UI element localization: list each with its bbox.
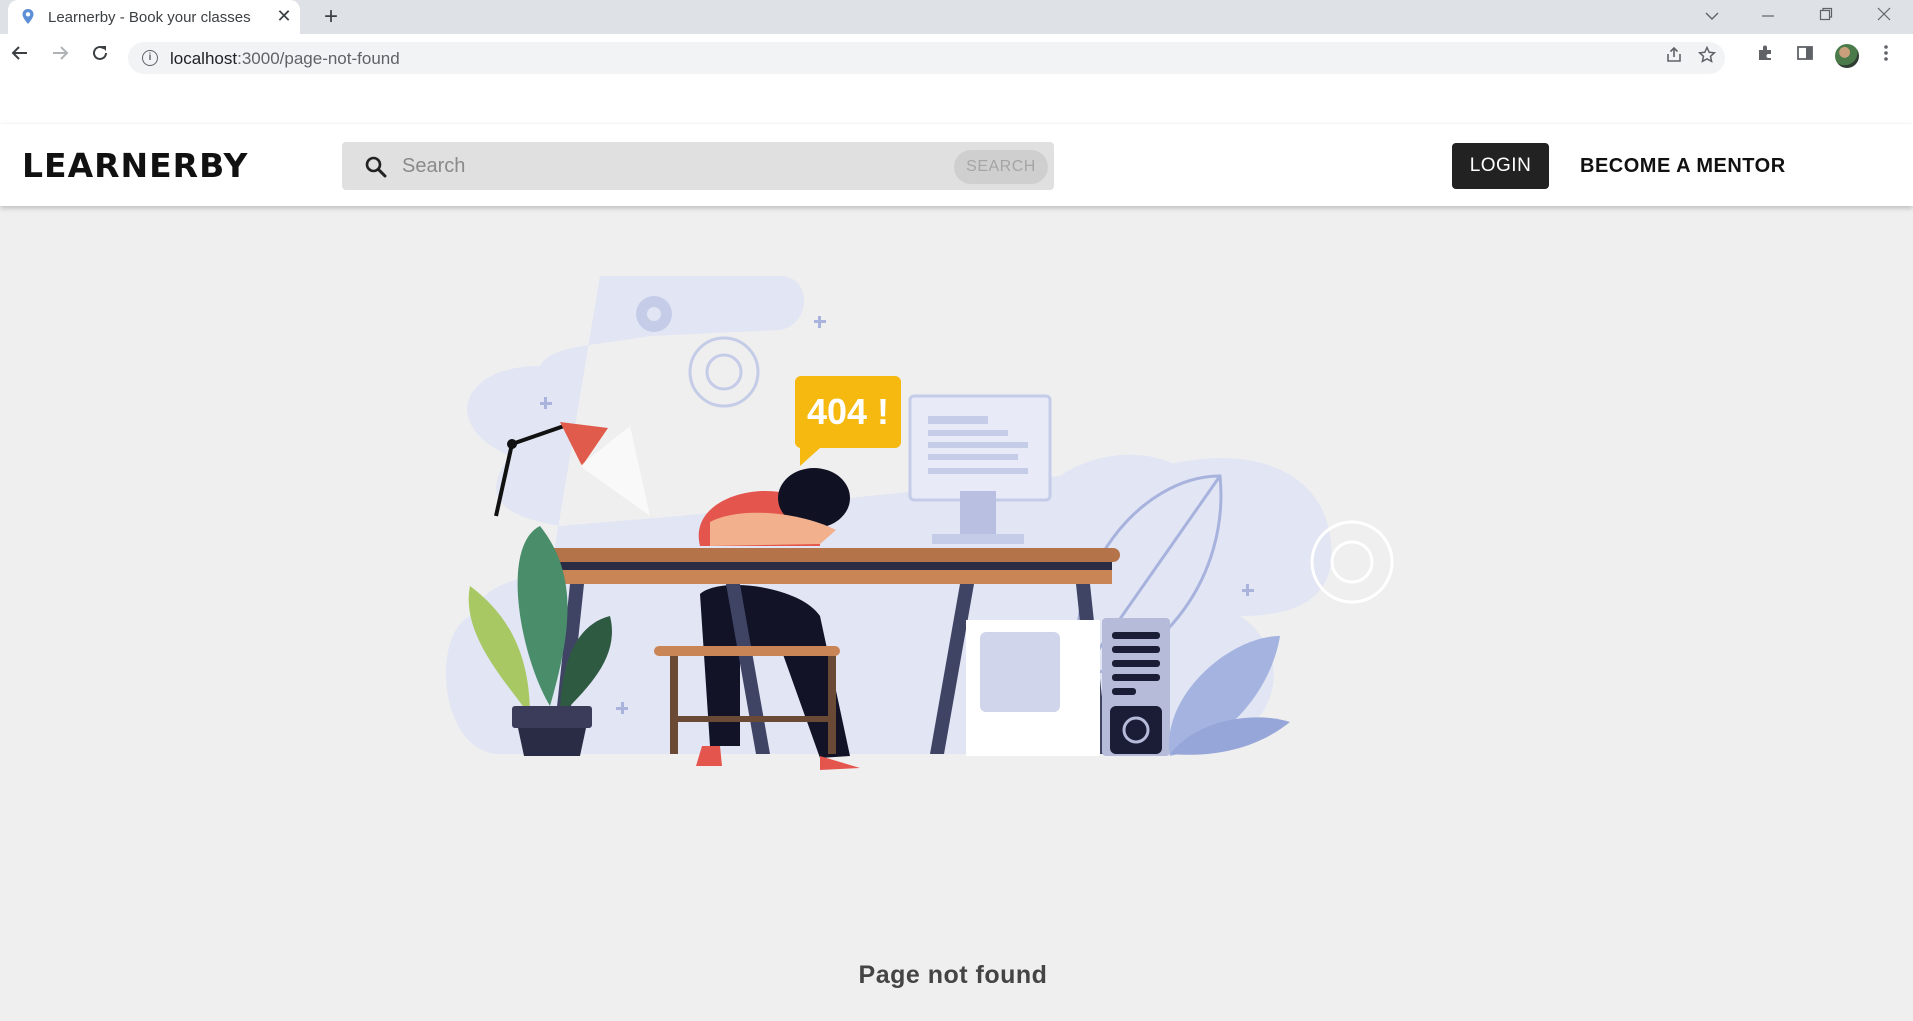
side-panel-icon[interactable] (1791, 42, 1819, 70)
extensions-icon[interactable] (1751, 42, 1779, 70)
chevron-down-icon[interactable] (1694, 4, 1730, 28)
search-input[interactable] (402, 142, 932, 190)
tab-title: Learnerby - Book your classes (48, 9, 251, 26)
profile-avatar[interactable] (1835, 44, 1859, 68)
url-path: :3000/page-not-found (237, 49, 400, 68)
main-content: 404 ! Page not found (0, 206, 1913, 1021)
gear-small-icon (636, 296, 672, 332)
star-icon[interactable] (1695, 45, 1719, 70)
become-mentor-button[interactable]: BECOME A MENTOR (1572, 143, 1794, 189)
search-icon (365, 156, 387, 178)
info-icon[interactable]: i (142, 50, 158, 66)
login-button[interactable]: LOGIN (1452, 143, 1549, 189)
page-not-found-message: Page not found (858, 961, 1048, 989)
gear-icon (688, 336, 760, 408)
browser-tab[interactable]: Learnerby - Book your classes ✕ (8, 0, 300, 34)
badge-text: 404 ! (807, 391, 889, 432)
page-not-found-illustration: 404 ! (446, 276, 1394, 770)
app-header: LEARNERBY SEARCH LOGIN BECOME A MENTOR (0, 124, 1913, 206)
url-host: localhost (170, 49, 238, 68)
address-bar[interactable]: i localhost:3000/page-not-found (128, 42, 1725, 74)
close-icon[interactable]: ✕ (274, 6, 294, 26)
restore-icon[interactable] (1808, 4, 1844, 28)
reload-icon[interactable] (86, 42, 114, 70)
computer-case (966, 618, 1170, 756)
plus-icon[interactable]: + (318, 4, 344, 30)
logo[interactable]: LEARNERBY (22, 146, 248, 185)
close-window-icon[interactable] (1866, 4, 1902, 28)
minimize-icon[interactable] (1750, 4, 1786, 28)
share-icon[interactable] (1662, 46, 1686, 70)
forward-arrow-icon[interactable] (46, 42, 74, 70)
browser-tab-strip: Learnerby - Book your classes ✕ + (0, 0, 1913, 34)
search-bar: SEARCH (342, 142, 1054, 190)
search-button[interactable]: SEARCH (954, 150, 1048, 184)
more-vert-icon[interactable] (1872, 42, 1900, 70)
back-arrow-icon[interactable] (6, 42, 34, 70)
url-text[interactable]: localhost:3000/page-not-found (170, 49, 400, 69)
error-badge: 404 ! (795, 376, 901, 466)
map-pin-icon (22, 9, 34, 24)
browser-toolbar: i localhost:3000/page-not-found (0, 34, 1913, 124)
